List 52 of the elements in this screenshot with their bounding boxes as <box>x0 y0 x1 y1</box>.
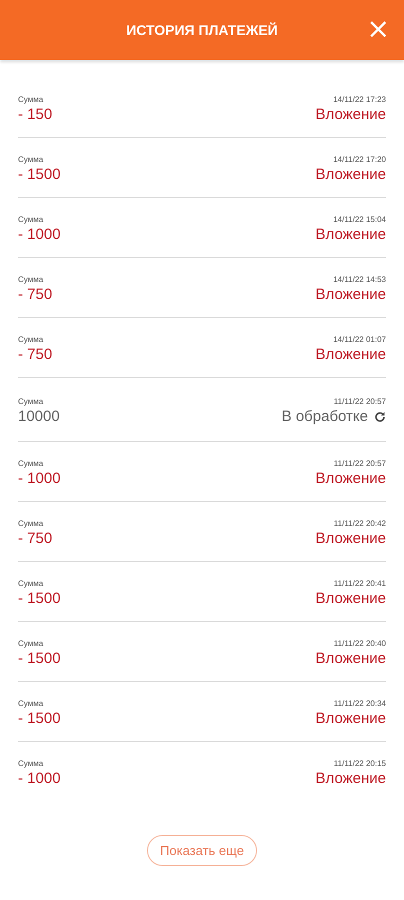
payment-amount: - 150 <box>18 105 52 125</box>
amount-label: Сумма <box>18 94 44 105</box>
payment-status: Вложение <box>316 225 386 245</box>
payment-amount: - 750 <box>18 345 52 365</box>
amount-label: Сумма <box>18 154 44 165</box>
amount-label: Сумма <box>18 334 44 345</box>
payment-status: Вложение <box>316 165 386 185</box>
payment-date: 11/11/22 20:15 <box>334 758 386 769</box>
payment-status: В обработке <box>282 407 368 427</box>
amount-label: Сумма <box>18 758 44 769</box>
refresh-icon[interactable] <box>374 411 386 423</box>
payment-status: Вложение <box>316 345 386 365</box>
amount-label: Сумма <box>18 638 44 649</box>
payment-date: 11/11/22 20:42 <box>334 518 386 529</box>
payment-status: Вложение <box>316 285 386 305</box>
amount-label: Сумма <box>18 458 44 469</box>
payment-amount: - 1500 <box>18 649 61 669</box>
payment-date: 14/11/22 17:23 <box>333 94 386 105</box>
payment-amount: - 1500 <box>18 589 61 609</box>
close-button[interactable]: × <box>360 14 396 44</box>
payment-status: Вложение <box>316 769 386 789</box>
show-more-button[interactable]: Показать еще <box>147 835 257 866</box>
payment-amount: - 1000 <box>18 469 61 489</box>
payment-date: 14/11/22 15:04 <box>333 214 386 225</box>
payment-status: Вложение <box>316 589 386 609</box>
payment-status: Вложение <box>316 469 386 489</box>
payment-status: Вложение <box>316 709 386 729</box>
payment-date: 11/11/22 20:34 <box>334 698 386 709</box>
screen-title: ИСТОРИЯ ПЛАТЕЖЕЙ <box>126 22 278 38</box>
payment-amount: - 750 <box>18 529 52 549</box>
payment-date: 14/11/22 01:07 <box>333 334 386 345</box>
payment-status: Вложение <box>316 649 386 669</box>
amount-label: Сумма <box>18 578 44 589</box>
payment-date: 14/11/22 14:53 <box>333 274 386 285</box>
payment-date: 11/11/22 20:57 <box>334 458 386 469</box>
payment-amount: - 1000 <box>18 769 61 789</box>
amount-label: Сумма <box>18 274 44 285</box>
payment-status: Вложение <box>316 105 386 125</box>
payment-date: 14/11/22 17:20 <box>333 154 386 165</box>
payment-amount: 10000 <box>18 407 60 427</box>
payment-status: Вложение <box>316 529 386 549</box>
payment-amount: - 750 <box>18 285 52 305</box>
payment-date: 11/11/22 20:40 <box>334 638 386 649</box>
amount-label: Сумма <box>18 698 44 709</box>
payment-date: 11/11/22 20:57 <box>334 396 386 407</box>
payment-amount: - 1500 <box>18 709 61 729</box>
payment-amount: - 1000 <box>18 225 61 245</box>
amount-label: Сумма <box>18 214 44 225</box>
amount-label: Сумма <box>18 396 44 407</box>
payment-date: 11/11/22 20:41 <box>334 578 386 589</box>
payment-amount: - 1500 <box>18 165 61 185</box>
amount-label: Сумма <box>18 518 44 529</box>
